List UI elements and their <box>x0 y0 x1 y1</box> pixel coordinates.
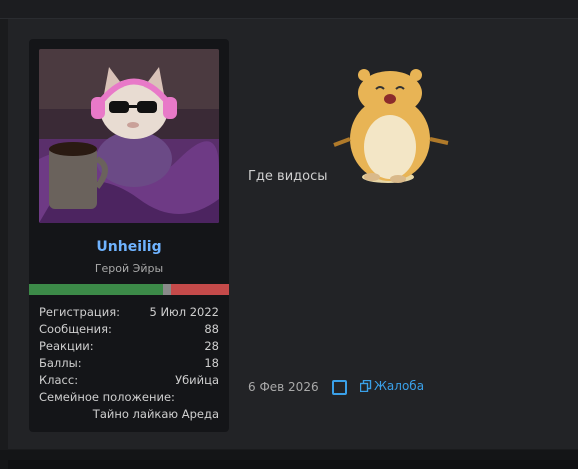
report-button[interactable]: Жалоба <box>360 379 424 393</box>
stat-messages: Сообщения: 88 <box>39 321 219 338</box>
stat-class: Класс: Убийца <box>39 372 219 389</box>
select-post-checkbox[interactable] <box>332 380 347 395</box>
copy-icon <box>360 380 372 392</box>
reputation-bar <box>29 284 229 295</box>
stat-label: Сообщения: <box>39 322 112 336</box>
message-body: Где видосы <box>248 169 328 184</box>
stat-points: Баллы: 18 <box>39 355 219 372</box>
stat-label: Класс: <box>39 373 79 387</box>
stat-label: Баллы: <box>39 356 82 370</box>
stat-reactions: Реакции: 28 <box>39 338 219 355</box>
forum-post: Unheilig Герой Эйры Регистрация: 5 Июл 2… <box>8 19 578 449</box>
user-avatar[interactable] <box>39 49 219 223</box>
stat-value: 5 Июл 2022 <box>149 305 219 319</box>
report-label: Жалоба <box>374 379 425 393</box>
stat-family-label: Семейное положение: <box>39 390 175 404</box>
stat-value: 18 <box>204 356 219 370</box>
stat-value: 28 <box>204 339 219 353</box>
stat-value: Убийца <box>175 373 219 387</box>
previous-post-edge <box>0 0 578 19</box>
next-post-edge <box>0 450 578 469</box>
user-title: Герой Эйры <box>94 262 164 275</box>
user-stats: Регистрация: 5 Июл 2022 Сообщения: 88 Ре… <box>39 304 219 423</box>
cat-avatar-icon <box>39 49 219 223</box>
reputation-positive-segment <box>29 284 163 295</box>
stat-value: 88 <box>204 322 219 336</box>
stat-label: Реакции: <box>39 339 94 353</box>
stat-family-value: Тайно лайкаю Ареда <box>92 407 219 421</box>
reputation-negative-segment <box>171 284 229 295</box>
username-link[interactable]: Unheilig <box>29 239 229 255</box>
stat-registration: Регистрация: 5 Июл 2022 <box>39 304 219 321</box>
user-card: Unheilig Герой Эйры Регистрация: 5 Июл 2… <box>29 39 229 432</box>
post-date-link[interactable]: 6 Фев 2026 <box>248 380 319 394</box>
hamster-sticker-icon <box>333 69 449 183</box>
stat-label: Регистрация: <box>39 305 120 319</box>
reputation-neutral-segment <box>163 284 171 295</box>
